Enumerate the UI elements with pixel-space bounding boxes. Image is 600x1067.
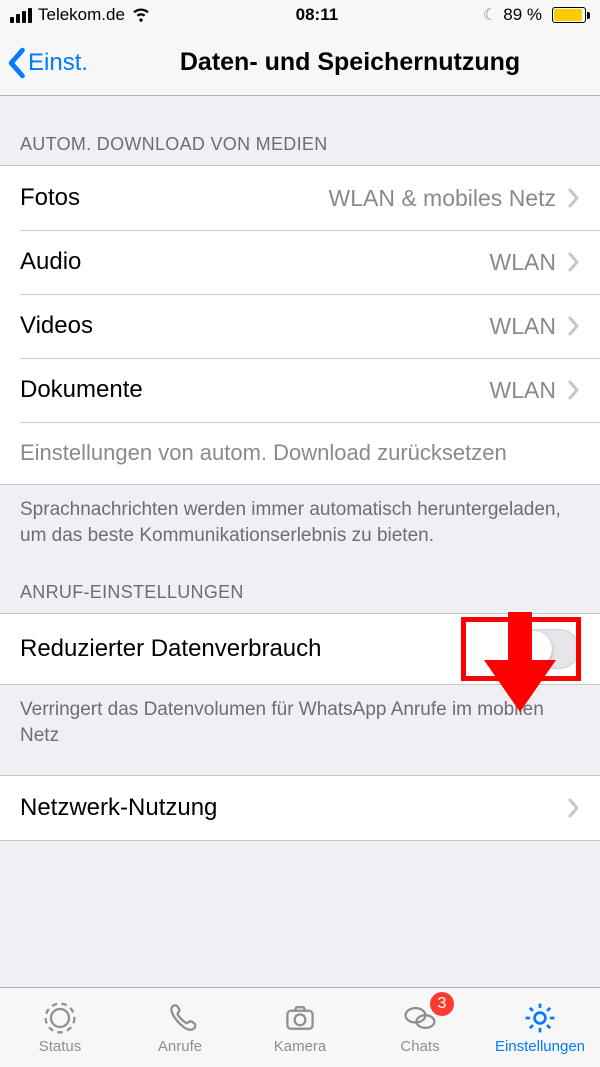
row-videos[interactable]: Videos WLAN (0, 294, 600, 358)
content-scroll[interactable]: Autom. Download von Medien Fotos WLAN & … (0, 96, 600, 987)
tab-calls[interactable]: Anrufe (120, 988, 240, 1067)
tab-label: Status (39, 1038, 82, 1055)
row-value: WLAN (490, 313, 556, 340)
tab-label: Einstellungen (495, 1038, 585, 1055)
row-photos[interactable]: Fotos WLAN & mobiles Netz (0, 166, 600, 230)
switch-knob (516, 631, 552, 667)
row-label: Netzwerk-Nutzung (20, 794, 568, 822)
camera-icon (281, 1000, 319, 1036)
gear-icon (521, 1000, 559, 1036)
row-label: Dokumente (20, 376, 490, 404)
clock: 08:11 (296, 5, 339, 25)
back-label: Einst. (28, 49, 88, 77)
navigation-bar: Einst. Daten- und Speichernutzung (0, 30, 600, 96)
phone-icon (161, 1000, 199, 1036)
section-footer-voice: Sprachnachrichten werden immer automatis… (0, 485, 600, 548)
row-label: Videos (20, 312, 490, 340)
row-label: Audio (20, 248, 490, 276)
tab-settings[interactable]: Einstellungen (480, 988, 600, 1067)
row-label: Reduzierter Datenverbrauch (20, 635, 514, 663)
row-documents[interactable]: Dokumente WLAN (0, 358, 600, 422)
chevron-right-icon (568, 252, 580, 272)
row-reset-auto-download[interactable]: Einstellungen von autom. Download zurück… (0, 422, 600, 484)
tab-bar: Status Anrufe Kamera 3 Chats Einstellung… (0, 987, 600, 1067)
chevron-right-icon (568, 188, 580, 208)
row-audio[interactable]: Audio WLAN (0, 230, 600, 294)
row-value: WLAN & mobiles Netz (328, 185, 556, 212)
call-settings-group: Reduzierter Datenverbrauch (0, 613, 600, 685)
carrier-label: Telekom.de (38, 5, 125, 25)
row-value: WLAN (490, 249, 556, 276)
row-network-usage[interactable]: Netzwerk-Nutzung (0, 776, 600, 840)
cellular-signal-icon (10, 8, 32, 23)
chevron-right-icon (568, 798, 580, 818)
auto-download-group: Fotos WLAN & mobiles Netz Audio WLAN Vid… (0, 165, 600, 485)
tab-label: Chats (400, 1038, 439, 1055)
tab-label: Anrufe (158, 1038, 202, 1055)
page-title: Daten- und Speichernutzung (180, 48, 520, 77)
section-header-auto-download: Autom. Download von Medien (0, 96, 600, 165)
status-bar: Telekom.de 08:11 ☾ 89 % (0, 0, 600, 30)
battery-icon (548, 7, 590, 23)
row-value: WLAN (490, 377, 556, 404)
do-not-disturb-icon: ☾ (483, 5, 497, 25)
row-label: Fotos (20, 184, 328, 212)
chats-badge: 3 (430, 992, 454, 1016)
battery-percent: 89 % (503, 5, 542, 25)
tab-label: Kamera (274, 1038, 327, 1055)
tab-camera[interactable]: Kamera (240, 988, 360, 1067)
low-data-switch[interactable] (514, 629, 580, 669)
section-header-call-settings: Anruf-Einstellungen (0, 548, 600, 613)
chevron-left-icon (6, 47, 26, 79)
network-usage-group: Netzwerk-Nutzung (0, 775, 600, 841)
status-icon (41, 1000, 79, 1036)
chevron-right-icon (568, 316, 580, 336)
section-footer-low-data: Verringert das Datenvolumen für WhatsApp… (0, 685, 600, 748)
row-low-data-usage: Reduzierter Datenverbrauch (0, 614, 600, 684)
tab-chats[interactable]: 3 Chats (360, 988, 480, 1067)
tab-status[interactable]: Status (0, 988, 120, 1067)
back-button[interactable]: Einst. (0, 47, 88, 79)
chevron-right-icon (568, 380, 580, 400)
row-label: Einstellungen von autom. Download zurück… (20, 440, 507, 466)
wifi-icon (131, 3, 151, 28)
